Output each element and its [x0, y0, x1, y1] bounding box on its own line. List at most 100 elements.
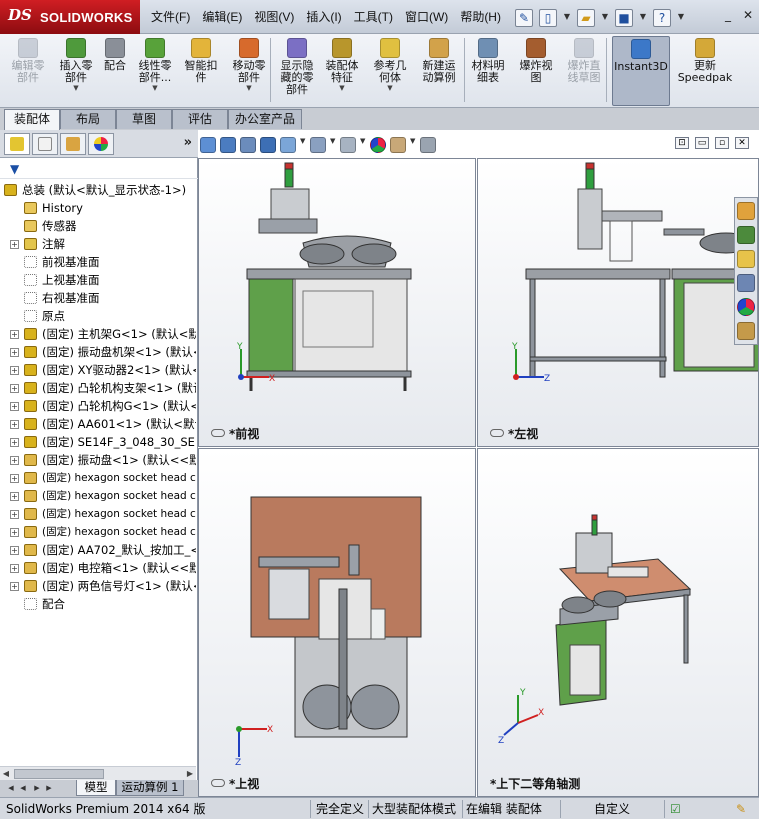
viewport-front[interactable]: Y X *前视 [198, 158, 476, 447]
chevron-down-icon[interactable]: ▼ [56, 84, 96, 92]
units-selector[interactable]: 自定义 [594, 801, 630, 817]
hide-show-items-icon[interactable] [340, 137, 356, 153]
expand-toggle[interactable]: + [10, 420, 19, 429]
apply-scene-icon[interactable] [390, 137, 406, 153]
tree-node[interactable]: + (固定) hexagon socket head ca [0, 505, 196, 523]
menu-view[interactable]: 视图(V) [248, 6, 300, 28]
chevron-down-icon[interactable]: ▼ [134, 84, 176, 92]
tree-node[interactable]: History [0, 199, 196, 217]
tab-motion-study[interactable]: 运动算例 1 [116, 780, 184, 796]
expand-toggle[interactable]: + [10, 582, 19, 591]
edit-appearance-icon[interactable] [370, 137, 386, 153]
pin-icon[interactable]: ✎ [515, 9, 533, 27]
menu-edit[interactable]: 编辑(E) [196, 6, 248, 28]
tab-displaymanager[interactable] [88, 133, 114, 155]
horizontal-scrollbar[interactable]: ◀ ▶ [0, 766, 196, 780]
command-button[interactable]: 材料明 细表 [466, 36, 510, 106]
chevron-down-icon[interactable]: ▼ [226, 84, 272, 92]
command-button[interactable]: 爆炸视 图 [514, 36, 558, 106]
minimize-icon[interactable]: _ [721, 8, 735, 22]
graphics-area[interactable]: ▼ ▼ ▼ ▼ ⊡ ▭ ▫ ✕ Y X *前视 Y Z *左视 X Z *上视 … [198, 130, 759, 797]
scroll-thumb[interactable] [14, 769, 104, 779]
tree-node[interactable]: + (固定) AA702_默认_按加工_< [0, 541, 196, 559]
zoom-to-fit-icon[interactable] [200, 137, 216, 153]
last-tab-icon[interactable]: ▶ [44, 782, 54, 794]
restore-icon[interactable]: ▫ [715, 137, 729, 149]
tree-node[interactable]: 上视基准面 [0, 271, 196, 289]
viewport-left[interactable]: Y Z *左视 [477, 158, 759, 447]
command-button[interactable]: 编辑零 部件 [4, 36, 52, 106]
command-button[interactable]: Instant3D [612, 36, 670, 106]
tree-node[interactable]: + (固定) hexagon socket head ca [0, 469, 196, 487]
view-settings-icon[interactable] [420, 137, 436, 153]
view-palette-icon[interactable] [737, 274, 755, 292]
new-document-icon[interactable]: ▯ [539, 9, 557, 27]
tree-node[interactable]: + (固定) 凸轮机构G<1> (默认<默 [0, 397, 196, 415]
home-icon[interactable] [737, 202, 755, 220]
chevron-down-icon[interactable]: ▼ [410, 137, 416, 153]
tree-node[interactable]: + (固定) 振动盘<1> (默认<<默认 [0, 451, 196, 469]
command-button[interactable]: 插入零 部件 ▼ [56, 36, 96, 106]
tree-node[interactable]: + (固定) 主机架G<1> (默认<默 [0, 325, 196, 343]
tree-node[interactable]: 前视基准面 [0, 253, 196, 271]
chevron-down-icon[interactable]: ▼ [330, 137, 336, 153]
scroll-right-icon[interactable]: ▶ [184, 767, 196, 781]
view-orientation-icon[interactable] [280, 137, 296, 153]
expand-toggle[interactable]: + [10, 564, 19, 573]
filter-icon[interactable]: ▼ [10, 162, 19, 176]
tree-node[interactable]: + (固定) AA601<1> (默认<默认 [0, 415, 196, 433]
rebuild-icon[interactable]: ☑ [670, 801, 681, 817]
appearances-icon[interactable] [737, 298, 755, 316]
tree-node[interactable]: + (固定) 两色信号灯<1> (默认< [0, 577, 196, 595]
chevron-down-icon[interactable]: ▼ [320, 84, 364, 92]
custom-properties-icon[interactable] [737, 322, 755, 340]
tab-office-products[interactable]: 办公室产品 [228, 109, 302, 129]
command-button[interactable]: 新建运 动算例 [416, 36, 462, 106]
tree-node[interactable]: + (固定) XY驱动器2<1> (默认<默 [0, 361, 196, 379]
expand-toggle[interactable]: + [10, 240, 19, 249]
chevron-down-icon[interactable]: ▼ [300, 137, 306, 153]
tab-layout[interactable]: 布局 [60, 109, 116, 129]
command-button[interactable]: 配合 [100, 36, 130, 106]
command-button[interactable]: 爆炸直 线草图 [562, 36, 606, 106]
next-tab-icon[interactable]: ▶ [32, 782, 42, 794]
tab-sketch[interactable]: 草图 [116, 109, 172, 129]
menu-tools[interactable]: 工具(T) [348, 6, 399, 28]
tree-node[interactable]: 配合 [0, 595, 196, 613]
open-folder-icon[interactable]: ▰ [577, 9, 595, 27]
tree-node[interactable]: + (固定) hexagon socket head ca [0, 523, 196, 541]
quick-tips-icon[interactable]: ✎ [736, 801, 746, 817]
tree-node[interactable]: + (固定) 凸轮机构支架<1> (默认 [0, 379, 196, 397]
tree-node[interactable]: + (固定) SE14F_3_048_30_SE14F [0, 433, 196, 451]
file-explorer-icon[interactable] [737, 250, 755, 268]
tree-node[interactable]: + (固定) hexagon socket head ca [0, 487, 196, 505]
tree-node[interactable]: + (固定) 电控箱<1> (默认<<默 [0, 559, 196, 577]
previous-view-icon[interactable] [240, 137, 256, 153]
viewport-top[interactable]: X Z *上视 [198, 448, 476, 797]
chevron-down-icon[interactable]: ▼ [360, 137, 366, 153]
expand-toggle[interactable]: + [10, 528, 19, 537]
solidworks-logo[interactable]: DS SOLIDWORKS [0, 0, 140, 34]
link-views-icon[interactable]: ⊡ [675, 137, 689, 149]
help-icon[interactable]: ? [653, 9, 671, 27]
expand-toggle[interactable]: + [10, 330, 19, 339]
menu-file[interactable]: 文件(F) [145, 6, 196, 28]
expand-toggle[interactable]: + [10, 384, 19, 393]
close-icon[interactable]: ✕ [741, 8, 755, 22]
expand-toggle[interactable]: + [10, 366, 19, 375]
tab-assembly[interactable]: 装配体 [4, 109, 60, 130]
menu-help[interactable]: 帮助(H) [454, 6, 507, 28]
command-button[interactable]: 装配体 特征 ▼ [320, 36, 364, 106]
tab-model[interactable]: 模型 [76, 780, 116, 796]
expand-toggle[interactable]: + [10, 348, 19, 357]
panel-expand-icon[interactable]: » [184, 135, 192, 150]
expand-toggle[interactable]: + [10, 456, 19, 465]
command-button[interactable]: 参考几 何体 ▼ [368, 36, 412, 106]
command-button[interactable]: 更新 Speedpak [670, 36, 740, 106]
command-button[interactable]: 显示隐 藏的零 部件 [276, 36, 318, 106]
tree-node[interactable]: 总装 (默认<默认_显示状态-1>) [0, 181, 196, 199]
single-view-icon[interactable]: ▭ [695, 137, 709, 149]
tree-node[interactable]: 原点 [0, 307, 196, 325]
first-tab-icon[interactable]: ◀ [6, 782, 16, 794]
chevron-down-icon[interactable]: ▼ [601, 9, 609, 27]
